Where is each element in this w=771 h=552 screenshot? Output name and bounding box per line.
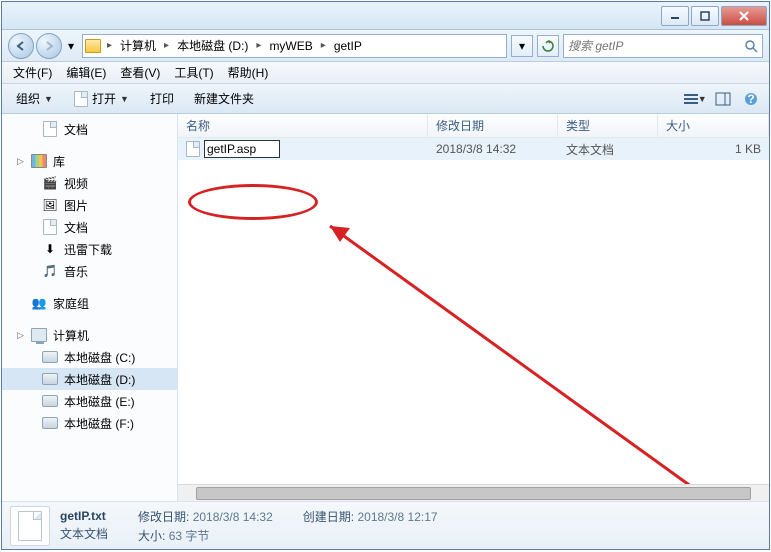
- cell-type: 文本文档: [558, 141, 658, 158]
- file-icon: [74, 91, 88, 107]
- sidebar-item-videos[interactable]: 🎬视频: [2, 172, 177, 194]
- sidebar-item-drive-d[interactable]: 本地磁盘 (D:): [2, 368, 177, 390]
- sidebar-item-docs2[interactable]: 文档: [2, 216, 177, 238]
- nav-history-dropdown[interactable]: ▾: [64, 36, 78, 56]
- sidebar-item-libraries[interactable]: ▷库: [2, 150, 177, 172]
- status-filetype: 文本文档: [60, 525, 108, 542]
- content-pane: 名称 修改日期 类型 大小 2018/3/8 14:32 文本文档 1 KB: [178, 114, 769, 501]
- col-size[interactable]: 大小: [658, 114, 769, 137]
- rename-input[interactable]: [204, 140, 280, 158]
- column-headers: 名称 修改日期 类型 大小: [178, 114, 769, 138]
- crumb-getip[interactable]: getIP: [328, 35, 368, 57]
- search-icon: [744, 39, 758, 53]
- menu-tools[interactable]: 工具(T): [167, 62, 220, 83]
- preview-pane-button[interactable]: [711, 88, 735, 110]
- menu-help[interactable]: 帮助(H): [221, 62, 276, 83]
- file-icon: [186, 141, 200, 157]
- svg-text:?: ?: [747, 92, 754, 106]
- search-input[interactable]: [568, 39, 744, 53]
- crumb-drive-d[interactable]: 本地磁盘 (D:): [171, 35, 254, 57]
- sidebar-item-pictures[interactable]: 🖼图片: [2, 194, 177, 216]
- sidebar-item-computer[interactable]: ▷计算机: [2, 324, 177, 346]
- toolbar-organize[interactable]: 组织▼: [8, 87, 62, 110]
- sidebar-item-drive-c[interactable]: 本地磁盘 (C:): [2, 346, 177, 368]
- close-button[interactable]: [721, 6, 767, 26]
- file-list[interactable]: 2018/3/8 14:32 文本文档 1 KB: [178, 138, 769, 484]
- col-modified[interactable]: 修改日期: [428, 114, 558, 137]
- toolbar-open[interactable]: 打开▼: [66, 87, 138, 110]
- toolbar: 组织▼ 打开▼ 打印 新建文件夹 ▼ ?: [2, 84, 769, 114]
- status-meta: 修改日期: 2018/3/8 14:32 创建日期: 2018/3/8 12:1…: [138, 508, 438, 544]
- menu-edit[interactable]: 编辑(E): [59, 62, 113, 83]
- crumb-myweb[interactable]: myWEB: [263, 35, 318, 57]
- titlebar: [2, 2, 769, 30]
- file-row[interactable]: 2018/3/8 14:32 文本文档 1 KB: [178, 138, 769, 160]
- sidebar-item-thunder[interactable]: ⬇迅雷下载: [2, 238, 177, 260]
- body: 文档 ▷库 🎬视频 🖼图片 文档 ⬇迅雷下载 🎵音乐 👥家庭组 ▷计算机 本地磁…: [2, 114, 769, 501]
- menu-file[interactable]: 文件(F): [6, 62, 59, 83]
- back-button[interactable]: [8, 33, 34, 59]
- sidebar-item-drive-e[interactable]: 本地磁盘 (E:): [2, 390, 177, 412]
- status-filename: getIP.txt: [60, 509, 108, 523]
- help-button[interactable]: ?: [739, 88, 763, 110]
- sidebar-item-documents[interactable]: 文档: [2, 118, 177, 140]
- status-bar: getIP.txt 文本文档 修改日期: 2018/3/8 14:32 创建日期…: [2, 501, 769, 549]
- minimize-button[interactable]: [661, 6, 689, 26]
- sidebar-item-homegroup[interactable]: 👥家庭组: [2, 292, 177, 314]
- col-name[interactable]: 名称: [178, 114, 428, 137]
- sidebar: 文档 ▷库 🎬视频 🖼图片 文档 ⬇迅雷下载 🎵音乐 👥家庭组 ▷计算机 本地磁…: [2, 114, 178, 501]
- view-options-button[interactable]: ▼: [683, 88, 707, 110]
- menubar: 文件(F) 编辑(E) 查看(V) 工具(T) 帮助(H): [2, 62, 769, 84]
- breadcrumb[interactable]: ▸ 计算机▸ 本地磁盘 (D:)▸ myWEB▸ getIP: [82, 34, 507, 58]
- toolbar-print[interactable]: 打印: [142, 87, 182, 110]
- cell-modified: 2018/3/8 14:32: [428, 142, 558, 156]
- horizontal-scrollbar[interactable]: [178, 484, 769, 501]
- search-box[interactable]: [563, 34, 763, 58]
- cell-size: 1 KB: [658, 142, 769, 156]
- folder-icon: [85, 39, 101, 53]
- crumb-computer[interactable]: 计算机: [114, 35, 162, 57]
- sidebar-item-music[interactable]: 🎵音乐: [2, 260, 177, 282]
- toolbar-newfolder[interactable]: 新建文件夹: [186, 87, 262, 110]
- status-text: getIP.txt 文本文档: [60, 509, 108, 542]
- col-type[interactable]: 类型: [558, 114, 658, 137]
- forward-button[interactable]: [36, 33, 62, 59]
- maximize-button[interactable]: [691, 6, 719, 26]
- breadcrumb-dropdown[interactable]: ▾: [511, 35, 533, 57]
- explorer-window: ▾ ▸ 计算机▸ 本地磁盘 (D:)▸ myWEB▸ getIP ▾ 文件(F)…: [1, 1, 770, 550]
- address-bar: ▾ ▸ 计算机▸ 本地磁盘 (D:)▸ myWEB▸ getIP ▾: [2, 30, 769, 62]
- status-file-icon: [10, 506, 50, 546]
- menu-view[interactable]: 查看(V): [113, 62, 167, 83]
- refresh-button[interactable]: [537, 35, 559, 57]
- sidebar-item-drive-f[interactable]: 本地磁盘 (F:): [2, 412, 177, 434]
- annotation-arrow: [310, 206, 769, 484]
- annotation-ellipse: [188, 184, 318, 220]
